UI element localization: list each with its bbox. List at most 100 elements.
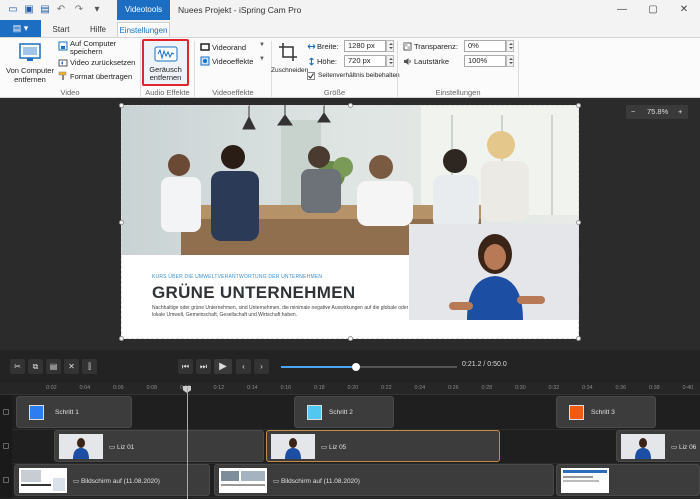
minimize-button[interactable]: — [607, 0, 637, 20]
save-icon[interactable]: ▤ [38, 3, 52, 17]
screen-thumbnail-icon [219, 468, 267, 493]
height-label: Höhe: [317, 57, 338, 66]
resize-handle[interactable] [348, 103, 353, 108]
maximize-button[interactable]: ▢ [638, 0, 668, 20]
remove-from-computer-button[interactable]: Von Computer entfernen [5, 66, 55, 84]
window-title: Nuees Projekt - iSpring Cam Pro [178, 5, 302, 15]
videotools-context-tab[interactable]: Videotools [117, 0, 170, 20]
tab-hilfe[interactable]: Hilfe [84, 22, 112, 37]
next-button[interactable]: ⏭ [196, 359, 211, 374]
delete-button[interactable]: ✕ [64, 359, 79, 374]
ruler-tick-label: 0:30 [515, 385, 526, 391]
clip-thumbnail [271, 434, 315, 459]
resize-handle[interactable] [576, 103, 581, 108]
screen-clip[interactable]: ▭ Bildschirm auf (11.08.2020) [14, 464, 210, 496]
zoom-out-button[interactable]: − [631, 105, 635, 119]
video-clip[interactable]: ▭ Liz 01 [54, 430, 264, 462]
split-button[interactable]: ⫿ [82, 359, 97, 374]
step-clip[interactable]: Schritt 1 [16, 396, 132, 428]
undo-icon[interactable]: ↶ [54, 3, 68, 17]
step-clip[interactable]: Schritt 3 [556, 396, 656, 428]
video-effects-button[interactable]: Videoeffekte [212, 57, 253, 66]
progress-knob[interactable] [351, 363, 360, 371]
tab-start[interactable]: Start [46, 22, 76, 37]
group-label-audio-effects: Audio Effekte [145, 88, 190, 97]
step-color-swatch [29, 405, 44, 420]
zoom-control: − 75.8% + [626, 105, 688, 119]
clip-label: ▭ Liz 01 [109, 444, 135, 451]
screen-clip[interactable] [556, 464, 700, 496]
ruler-tick-label: 0:18 [314, 385, 325, 391]
zoom-in-button[interactable]: + [678, 105, 682, 119]
paste-button[interactable]: ▤ [46, 359, 61, 374]
timeline-ruler[interactable]: 0:020:040:060:080:100:120:140:160:180:20… [0, 383, 700, 395]
cut-button[interactable]: ✂ [10, 359, 25, 374]
width-input[interactable]: 1280 px [344, 40, 386, 52]
ruler-tick-label: 0:24 [414, 385, 426, 391]
customize-quick-access-icon[interactable]: ▾ [90, 3, 104, 17]
keep-aspect-ratio-checkbox[interactable] [307, 72, 315, 80]
step-clip[interactable]: Schritt 2 [294, 396, 394, 428]
playhead[interactable] [187, 387, 188, 499]
video-effects-dropdown-icon[interactable]: ▼ [259, 56, 265, 62]
resize-handle[interactable] [576, 220, 581, 225]
track-header [0, 463, 12, 497]
ruler-tick-label: 0:14 [247, 385, 258, 391]
step-forward-button[interactable]: › [254, 359, 269, 374]
ruler-tick-label: 0:34 [582, 385, 593, 391]
resize-handle[interactable] [348, 336, 353, 341]
keep-aspect-ratio-label: Seitenverhältnis beibehalten [318, 72, 400, 79]
reset-video-icon [58, 59, 68, 67]
ribbon: Von Computer entfernen Auf Computer spei… [0, 37, 700, 98]
save-to-computer-icon [58, 41, 68, 51]
height-input[interactable]: 720 px [344, 55, 386, 67]
ruler-tick-label: 0:40 [682, 385, 694, 391]
transparency-input[interactable]: 0% [464, 40, 506, 52]
tab-einstellungen[interactable]: Einstellungen [117, 22, 170, 37]
video-clip[interactable]: ▭ Liz 06 [616, 430, 700, 462]
track-visibility-icon[interactable] [3, 477, 9, 483]
progress-fill [281, 366, 356, 368]
width-spinner[interactable] [386, 40, 394, 52]
height-spinner[interactable] [386, 55, 394, 67]
step-clip-label: Schritt 3 [591, 409, 615, 416]
format-painter-button[interactable]: Format übertragen [70, 72, 132, 81]
close-button[interactable]: ✕ [669, 0, 699, 20]
crop-button[interactable]: Zuschneiden [271, 67, 308, 74]
reset-video-button[interactable]: Video zurücksetzen [70, 58, 135, 67]
playback-controls: ✂ ⧉ ▤ ✕ ⫿ ⏮ ⏭ ▶ ‹ › 0:21.2 / 0:50.0 [0, 350, 700, 383]
video-border-button[interactable]: Videorand [212, 43, 246, 52]
checkmark-icon [308, 73, 314, 79]
selection-frame[interactable] [119, 103, 581, 341]
ruler-tick-label: 0:22 [381, 385, 392, 391]
ribbon-separator [518, 41, 519, 97]
step-back-button[interactable]: ‹ [236, 359, 251, 374]
volume-spinner[interactable] [506, 55, 514, 67]
file-menu-button[interactable]: ▤ ▾ [0, 20, 41, 37]
volume-input[interactable]: 100% [464, 55, 506, 67]
canvas-area: − 75.8% + KURS ÜBER DIE UMWELTVERANTWORT… [0, 98, 700, 350]
playback-progress-bar[interactable] [281, 363, 457, 371]
resize-handle[interactable] [119, 103, 124, 108]
save-to-computer-button[interactable]: Auf Computer speichern [70, 40, 116, 56]
transparency-spinner[interactable] [506, 40, 514, 52]
track-visibility-icon[interactable] [3, 443, 9, 449]
screen-clip[interactable]: ▭ Bildschirm auf (11.08.2020) [214, 464, 554, 496]
new-project-icon[interactable]: ▭ [6, 3, 20, 17]
track-visibility-icon[interactable] [3, 409, 9, 415]
screen-thumbnail-icon [19, 468, 67, 493]
track-camera: ▭ Liz 01 ▭ Liz 05 ▭ Liz 06 [12, 430, 700, 464]
resize-handle[interactable] [119, 336, 124, 341]
timeline: 0:020:040:060:080:100:120:140:160:180:20… [0, 383, 700, 499]
width-label: Breite: [317, 42, 339, 51]
remove-noise-button[interactable]: Geräusch entfernen [142, 39, 189, 86]
redo-icon[interactable]: ↷ [72, 3, 86, 17]
video-border-dropdown-icon[interactable]: ▼ [259, 42, 265, 48]
copy-button[interactable]: ⧉ [28, 359, 43, 374]
resize-handle[interactable] [119, 220, 124, 225]
previous-button[interactable]: ⏮ [178, 359, 193, 374]
video-clip-selected[interactable]: ▭ Liz 05 [266, 430, 500, 462]
play-button[interactable]: ▶ [214, 359, 232, 374]
open-icon[interactable]: ▣ [22, 3, 36, 17]
resize-handle[interactable] [576, 336, 581, 341]
